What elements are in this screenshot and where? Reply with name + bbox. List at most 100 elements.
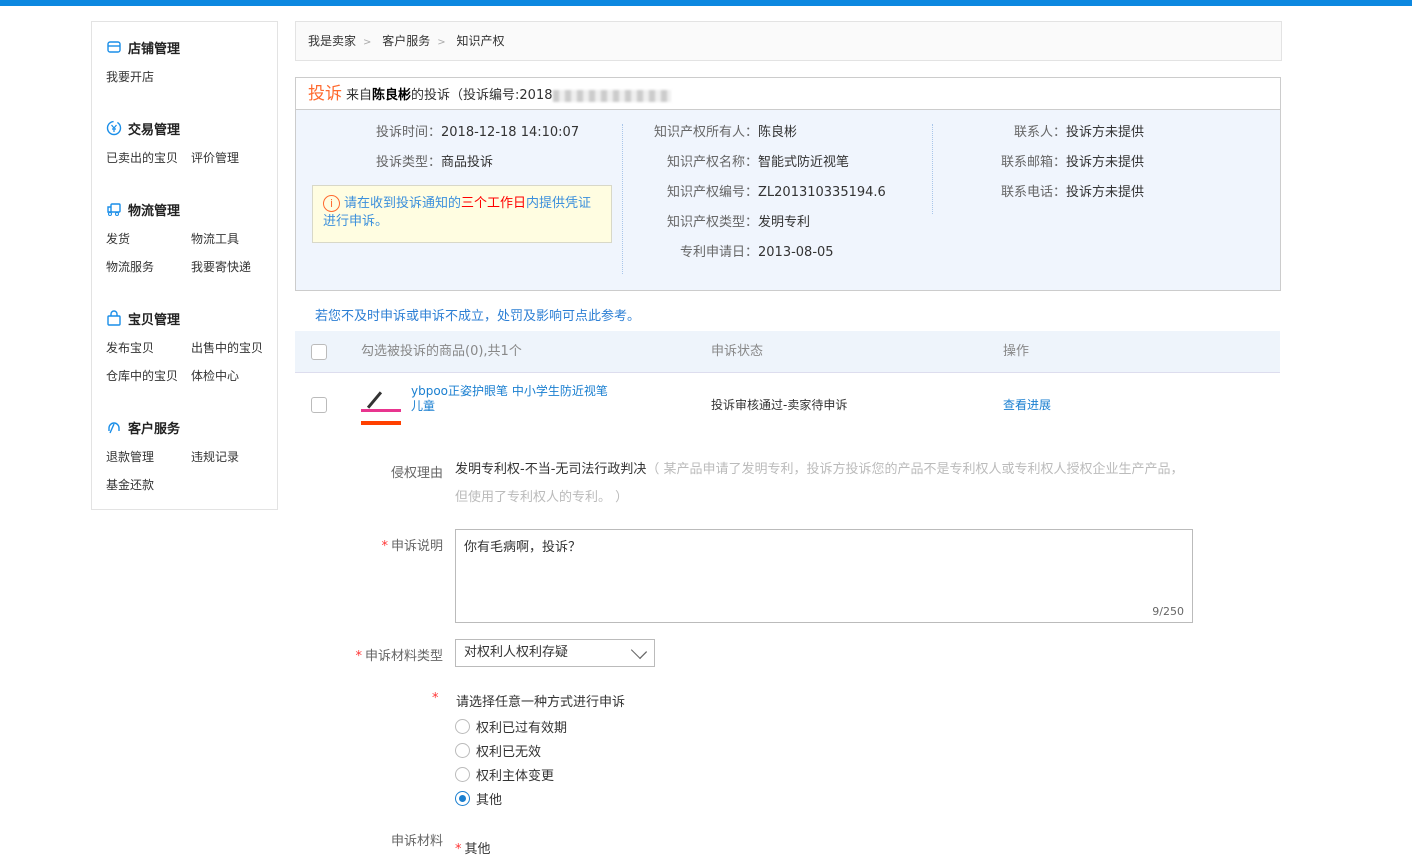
- reason-text: 发明专利权-不当-无司法行政判决（ 某产品申请了发明专利，投诉方投诉您的产品不是…: [455, 456, 1195, 512]
- appeal-method-radio[interactable]: 权利已无效: [455, 741, 541, 760]
- info-value: 陈良彬: [758, 125, 798, 140]
- appeal-description-textarea[interactable]: 你有毛病啊，投诉？ 9/250: [455, 529, 1193, 623]
- divider: [932, 124, 933, 214]
- divider: [622, 124, 623, 274]
- method-label: 请选择任意一种方式进行申诉: [456, 695, 626, 710]
- desc-value: 你有毛病啊，投诉？: [464, 540, 582, 555]
- tip-text: 请在收到投诉通知的: [344, 196, 462, 211]
- sidebar-link[interactable]: 我要寄快递: [191, 253, 276, 281]
- table-header: 勾选被投诉的商品(0),共1个 申诉状态 操作: [295, 331, 1280, 373]
- sidebar-link[interactable]: 评价管理: [191, 144, 276, 172]
- material-type-select[interactable]: 对权利人权利存疑: [455, 639, 655, 667]
- desc-label-text: 申诉说明: [390, 539, 443, 554]
- penalty-notice-link[interactable]: 若您不及时申诉或申诉不成立，处罚及影响可点此参考。: [315, 305, 640, 324]
- sidebar-link[interactable]: 退款管理: [106, 443, 191, 471]
- sidebar-group-title: 宝贝管理: [106, 307, 277, 329]
- appeal-method-radio[interactable]: 其他: [455, 789, 502, 808]
- shop-icon: [106, 39, 122, 55]
- radio-button[interactable]: [455, 743, 470, 758]
- complaint-type: 商品投诉: [441, 155, 494, 170]
- info-label: 知识产权类型：: [666, 215, 758, 230]
- complaint-left-col: 投诉时间：2018-12-18 14:10:07 投诉类型：商品投诉: [376, 124, 579, 184]
- radio-button[interactable]: [455, 767, 470, 782]
- sidebar-link[interactable]: 发布宝贝: [106, 334, 191, 362]
- product-checkbox[interactable]: [311, 397, 327, 413]
- sidebar-link[interactable]: 出售中的宝贝: [191, 334, 276, 362]
- info-icon: i: [323, 195, 340, 212]
- type-label: * 申诉材料类型: [355, 649, 443, 664]
- top-bar: [0, 0, 1412, 6]
- sidebar-link[interactable]: 仓库中的宝贝: [106, 362, 191, 390]
- product-thumbnail[interactable]: [361, 385, 401, 425]
- sidebar-link[interactable]: 违规记录: [191, 443, 276, 471]
- sidebar-link[interactable]: 体检中心: [191, 362, 276, 390]
- reason-label: 侵权理由: [390, 466, 443, 481]
- info-row: 知识产权所有人：陈良彬: [630, 124, 886, 154]
- sidebar-link[interactable]: 已卖出的宝贝: [106, 144, 191, 172]
- complainant-name: 陈良彬: [372, 88, 412, 103]
- truck-icon: [106, 201, 122, 217]
- group-title-text: 物流管理: [128, 203, 181, 219]
- header-action: 操作: [1003, 344, 1030, 359]
- reason-value: 发明专利权-不当-无司法行政判决: [455, 462, 647, 477]
- info-row: 知识产权名称：智能式防近视笔: [630, 154, 886, 184]
- group-title-text: 宝贝管理: [128, 312, 181, 328]
- sidebar-link[interactable]: 物流工具: [191, 225, 276, 253]
- group-title-text: 客户服务: [128, 421, 181, 437]
- sidebar-group-title: 交易管理: [106, 117, 277, 139]
- breadcrumb-seller[interactable]: 我是卖家: [308, 34, 356, 48]
- info-label: 联系电话：: [1000, 185, 1066, 200]
- from-label: 来自: [346, 88, 373, 103]
- info-value: 2013-08-05: [758, 245, 834, 260]
- sidebar-link[interactable]: 物流服务: [106, 253, 191, 281]
- ip-col: 知识产权所有人：陈良彬 知识产权名称：智能式防近视笔 知识产权编号：ZL201310…: [630, 124, 886, 274]
- info-value: 投诉方未提供: [1066, 125, 1145, 140]
- radio-button[interactable]: [455, 791, 470, 806]
- bag-icon: [106, 310, 122, 326]
- blurred-complaint-id: [552, 89, 671, 102]
- info-row: 知识产权编号：ZL201310335194.6: [630, 184, 886, 214]
- char-count: 9/250: [1152, 605, 1184, 618]
- label: 投诉类型：: [376, 155, 442, 170]
- radio-button[interactable]: [455, 719, 470, 734]
- tip-highlight: 三个工作日: [461, 196, 527, 211]
- sidebar-group-title: 客户服务: [106, 416, 277, 438]
- sidebar-group: 客户服务退款管理 违规记录 基金还款: [106, 416, 277, 499]
- material-sub-text: 其他: [464, 842, 491, 857]
- sidebar-group: 店铺管理我要开店: [106, 36, 277, 91]
- info-row: 知识产权类型：发明专利: [630, 214, 886, 244]
- info-label: 联系邮箱：: [1000, 155, 1066, 170]
- info-row: 联系人：投诉方未提供: [946, 124, 1144, 154]
- info-label: 联系人：: [1013, 125, 1066, 140]
- sidebar-link[interactable]: 基金还款: [106, 471, 191, 499]
- sidebar-group: 宝贝管理发布宝贝 出售中的宝贝 仓库中的宝贝 体检中心: [106, 307, 277, 390]
- info-value: ZL201310335194.6: [758, 185, 886, 200]
- breadcrumb: 我是卖家 > 客户服务 > 知识产权: [295, 21, 1282, 61]
- info-row: 专利申请日：2013-08-05: [630, 244, 886, 274]
- sidebar-link[interactable]: 我要开店: [106, 63, 191, 91]
- deadline-tip: i 请在收到投诉通知的三个工作日内提供凭证进行申诉。: [312, 185, 612, 243]
- radio-label: 权利主体变更: [476, 769, 555, 784]
- select-all-checkbox[interactable]: [311, 344, 327, 360]
- info-value: 投诉方未提供: [1066, 155, 1145, 170]
- appeal-status: 投诉审核通过-卖家待申诉: [711, 398, 848, 412]
- breadcrumb-service[interactable]: 客户服务: [382, 34, 430, 48]
- info-label: 知识产权编号：: [666, 185, 758, 200]
- header-status: 申诉状态: [711, 344, 764, 359]
- sidebar-link[interactable]: 发货: [106, 225, 191, 253]
- sidebar-group: 交易管理已卖出的宝贝 评价管理: [106, 117, 277, 172]
- required-mark: *: [432, 691, 439, 706]
- header-product: 勾选被投诉的商品(0),共1个: [361, 344, 522, 359]
- view-progress-link[interactable]: 查看进展: [1003, 396, 1051, 413]
- select-value: 对权利人权利存疑: [464, 645, 569, 660]
- material-sub: * 其他: [455, 842, 491, 857]
- appeal-method-radio[interactable]: 权利主体变更: [455, 765, 554, 784]
- group-title-text: 交易管理: [128, 122, 181, 138]
- type-label-text: 申诉材料类型: [364, 649, 443, 664]
- appeal-method-radio[interactable]: 权利已过有效期: [455, 717, 567, 736]
- table-row: ybpoo正姿护眼笔 中小学生防近视笔儿童 投诉审核通过-卖家待申诉 查看进展: [295, 373, 1280, 435]
- breadcrumb-ip[interactable]: 知识产权: [456, 34, 504, 48]
- info-value: 投诉方未提供: [1066, 185, 1145, 200]
- group-title-text: 店铺管理: [128, 41, 181, 57]
- product-link[interactable]: ybpoo正姿护眼笔 中小学生防近视笔儿童: [411, 384, 611, 414]
